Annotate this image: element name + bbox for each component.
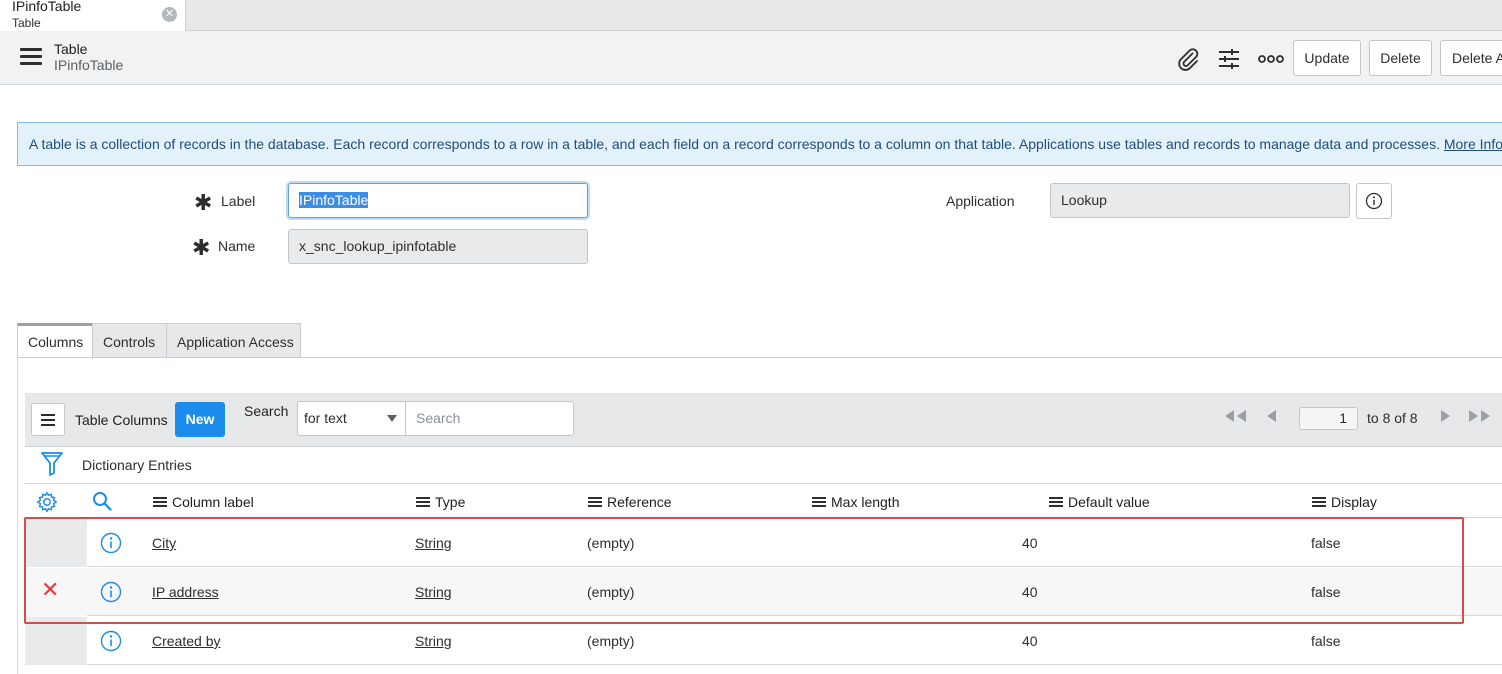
update-button[interactable]: Update (1293, 40, 1361, 76)
new-button[interactable]: New (175, 402, 225, 437)
sliders-icon[interactable] (1215, 45, 1243, 73)
row-select-cell[interactable] (25, 617, 87, 665)
highlight-box (24, 517, 1464, 624)
required-asterisk-icon: ✱ (192, 235, 211, 260)
column-menu-icon[interactable] (1312, 495, 1326, 509)
tab-controls[interactable]: Controls (92, 323, 167, 358)
chevron-down-icon (387, 415, 397, 422)
first-page-icon[interactable] (1222, 409, 1248, 425)
table-row[interactable]: Created by String (empty) 40 false (25, 617, 1502, 665)
panel-border (17, 357, 18, 674)
last-page-icon[interactable] (1467, 409, 1495, 425)
next-page-icon[interactable] (1440, 409, 1452, 425)
gear-icon[interactable] (36, 491, 58, 513)
form-header: Table IPinfoTable Update Delete Delete A (0, 31, 1502, 85)
name-field-label: Name (218, 238, 256, 254)
column-header-max-length[interactable]: Max length (812, 494, 899, 510)
row-display: false (1311, 633, 1341, 649)
label-field-value: IPinfoTable (299, 192, 369, 208)
paperclip-icon[interactable] (1174, 45, 1202, 73)
column-header-label[interactable]: Column label (153, 494, 254, 510)
filter-icon[interactable] (40, 451, 64, 480)
column-menu-icon[interactable] (153, 495, 167, 509)
row-column-label[interactable]: Created by (152, 633, 220, 649)
header-subtitle: IPinfoTable (54, 57, 124, 73)
name-field[interactable]: x_snc_lookup_ipinfotable (288, 229, 588, 264)
delete-button[interactable]: Delete (1369, 40, 1432, 76)
column-header-row: Column label Type Reference Max length D… (25, 485, 1502, 518)
hamburger-menu-icon[interactable] (20, 48, 42, 66)
search-field-select[interactable]: for text (297, 401, 406, 436)
close-icon[interactable]: ✕ (162, 7, 177, 22)
row-reference: (empty) (587, 633, 635, 649)
search-label: Search (244, 403, 289, 419)
info-banner-text: A table is a collection of records in th… (29, 136, 1440, 152)
breadcrumb-text[interactable]: Dictionary Entries (82, 457, 192, 473)
previous-page-icon[interactable] (1265, 409, 1277, 425)
row-max-length: 40 (1022, 633, 1038, 649)
application-field[interactable]: Lookup (1050, 183, 1350, 218)
info-icon[interactable] (100, 630, 122, 655)
more-info-link[interactable]: More Info (1444, 136, 1502, 152)
label-field[interactable]: IPinfoTable (288, 183, 588, 218)
list-toolbar: Table Columns New Search for text Search… (25, 393, 1502, 447)
tabs-divider (17, 357, 1502, 358)
tab-columns[interactable]: Columns (17, 323, 93, 359)
tab-application-access[interactable]: Application Access (166, 323, 301, 358)
column-header-type[interactable]: Type (416, 494, 465, 510)
column-menu-icon[interactable] (416, 495, 430, 509)
row-type[interactable]: String (415, 633, 452, 649)
column-header-default-value[interactable]: Default value (1049, 494, 1150, 510)
header-title: Table (54, 41, 88, 57)
info-icon (1365, 192, 1383, 210)
document-tab[interactable]: IPinfoTable Table ✕ (0, 0, 186, 32)
required-asterisk-icon: ✱ (194, 190, 213, 215)
list-title: Table Columns (75, 412, 168, 428)
column-header-reference[interactable]: Reference (588, 494, 672, 510)
more-icon[interactable] (1257, 45, 1285, 73)
search-field-value: for text (304, 410, 347, 426)
application-field-label: Application (946, 193, 1015, 209)
column-menu-icon[interactable] (1049, 495, 1063, 509)
delete-all-button[interactable]: Delete A (1440, 40, 1502, 76)
info-banner: A table is a collection of records in th… (17, 122, 1502, 166)
application-info-button[interactable] (1356, 183, 1392, 219)
list-menu-button[interactable] (31, 403, 65, 436)
page-range-text: to 8 of 8 (1367, 410, 1418, 426)
tab-strip: IPinfoTable Table ✕ (0, 0, 1502, 32)
column-menu-icon[interactable] (588, 495, 602, 509)
document-tab-subtitle: Table (12, 16, 41, 30)
search-icon[interactable] (92, 491, 112, 511)
label-field-label: Label (221, 193, 256, 209)
document-tab-title: IPinfoTable (12, 0, 82, 14)
search-input[interactable]: Search (405, 401, 574, 436)
column-header-display[interactable]: Display (1312, 494, 1377, 510)
page-number-input[interactable]: 1 (1299, 407, 1358, 430)
breadcrumb: Dictionary Entries (25, 447, 1502, 484)
column-menu-icon[interactable] (812, 495, 826, 509)
